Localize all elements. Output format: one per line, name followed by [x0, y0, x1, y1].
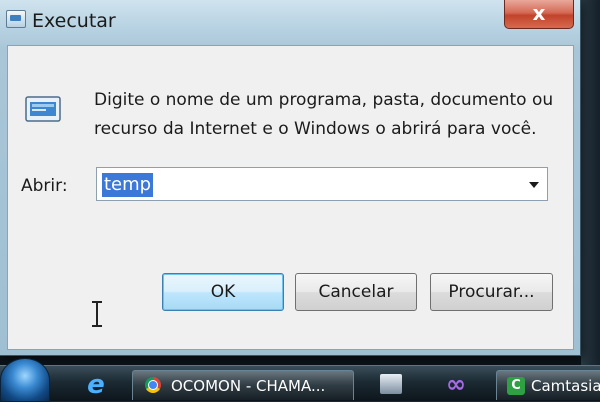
taskbar-app-icon[interactable] — [380, 374, 402, 394]
run-window-icon — [6, 10, 26, 28]
ok-button[interactable]: OK — [162, 273, 284, 311]
taskbar-item-camtasia[interactable]: C Camtasia — [496, 370, 600, 400]
chevron-down-icon[interactable] — [529, 182, 539, 188]
browse-button[interactable]: Procurar... — [430, 273, 553, 311]
visual-studio-icon[interactable]: ∞ — [444, 371, 468, 397]
taskbar-item-label: Camtasia — [531, 377, 600, 395]
desktop-background-edge — [581, 0, 600, 365]
description-line-1: Digite o nome de um programa, pasta, doc… — [94, 90, 554, 110]
taskbar-item-chrome[interactable]: OCOMON - CHAMA... — [132, 370, 354, 400]
close-button[interactable]: x — [504, 0, 574, 29]
description-line-2: recurso da Internet e o Windows o abrirá… — [94, 119, 537, 139]
run-dialog-window: Executar x Digite o nome de um programa,… — [0, 0, 581, 356]
open-combobox[interactable]: temp — [96, 167, 548, 201]
dialog-description: Digite o nome de um programa, pasta, doc… — [94, 86, 554, 144]
title-bar[interactable]: Executar x — [0, 0, 580, 44]
internet-explorer-icon[interactable]: e — [82, 372, 110, 398]
text-cursor-icon — [92, 301, 102, 327]
start-button[interactable] — [0, 358, 50, 402]
open-input-value[interactable]: temp — [102, 173, 154, 197]
chrome-icon — [145, 377, 161, 393]
window-title: Executar — [32, 10, 116, 32]
cancel-button[interactable]: Cancelar — [295, 273, 417, 311]
open-label: Abrir: — [21, 176, 68, 196]
camtasia-icon: C — [507, 377, 525, 395]
taskbar-item-label: OCOMON - CHAMA... — [171, 377, 326, 395]
run-program-icon — [25, 96, 61, 122]
dialog-client-area: Digite o nome de um programa, pasta, doc… — [7, 45, 574, 350]
